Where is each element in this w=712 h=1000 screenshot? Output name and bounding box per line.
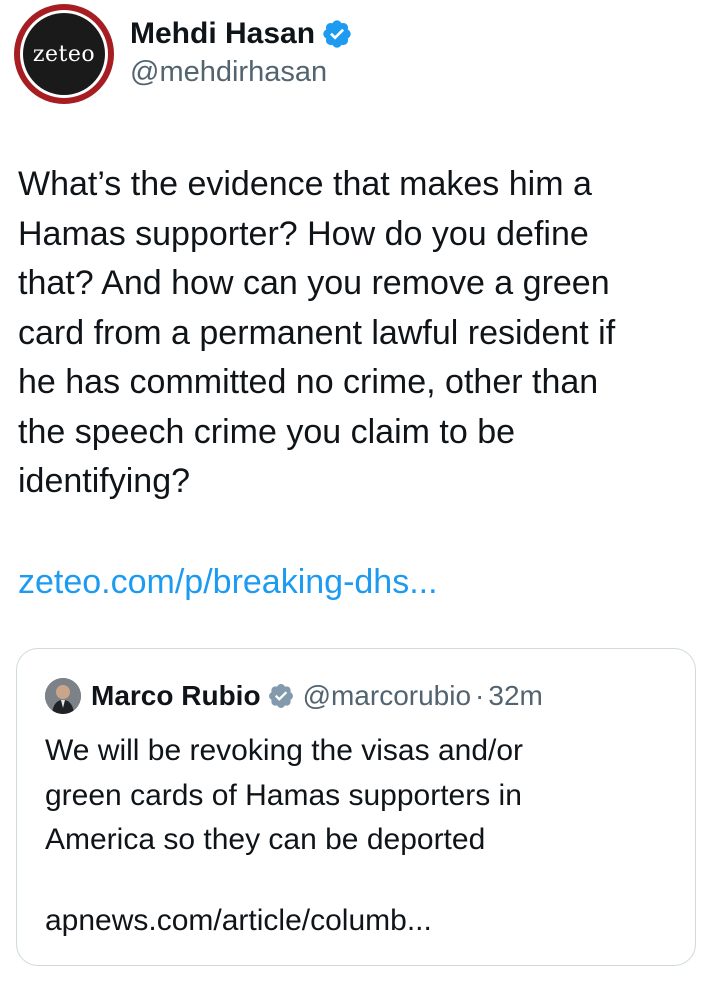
avatar-ring: zeteo bbox=[20, 10, 108, 98]
quoted-author-handle[interactable]: @marcorubio bbox=[303, 680, 471, 712]
quoted-tweet-card[interactable]: Marco Rubio @marcorubio · 32m We will be… bbox=[16, 648, 696, 966]
tweet-link[interactable]: zeteo.com/p/breaking-dhs... bbox=[18, 558, 438, 607]
zeteo-logo: zeteo bbox=[32, 41, 96, 67]
author-handle[interactable]: @mehdirhasan bbox=[130, 56, 327, 89]
gray-verified-badge-icon bbox=[268, 684, 293, 708]
verified-badge-icon bbox=[323, 20, 351, 48]
author-name[interactable]: Mehdi Hasan bbox=[130, 17, 315, 51]
tweet: zeteo Mehdi Hasan @mehdirhasan What’s th… bbox=[0, 0, 712, 1000]
person-avatar-icon bbox=[45, 678, 81, 714]
quoted-tweet-link[interactable]: apnews.com/article/columb... bbox=[45, 899, 432, 943]
author-name-row: Mehdi Hasan bbox=[130, 14, 353, 54]
quoted-tweet-timestamp[interactable]: 32m bbox=[488, 680, 542, 712]
quoted-tweet-text: We will be revoking the visas and/or gre… bbox=[45, 734, 524, 856]
separator-dot: · bbox=[475, 680, 485, 711]
tweet-text: What’s the evidence that makes him a Ham… bbox=[18, 165, 616, 500]
author-avatar[interactable]: zeteo bbox=[14, 4, 114, 104]
avatar-logo-badge: zeteo bbox=[23, 13, 105, 95]
quoted-author-name[interactable]: Marco Rubio bbox=[91, 680, 261, 712]
quoted-author-avatar[interactable] bbox=[45, 678, 81, 714]
quoted-tweet-header: Marco Rubio @marcorubio · 32m bbox=[45, 677, 543, 715]
